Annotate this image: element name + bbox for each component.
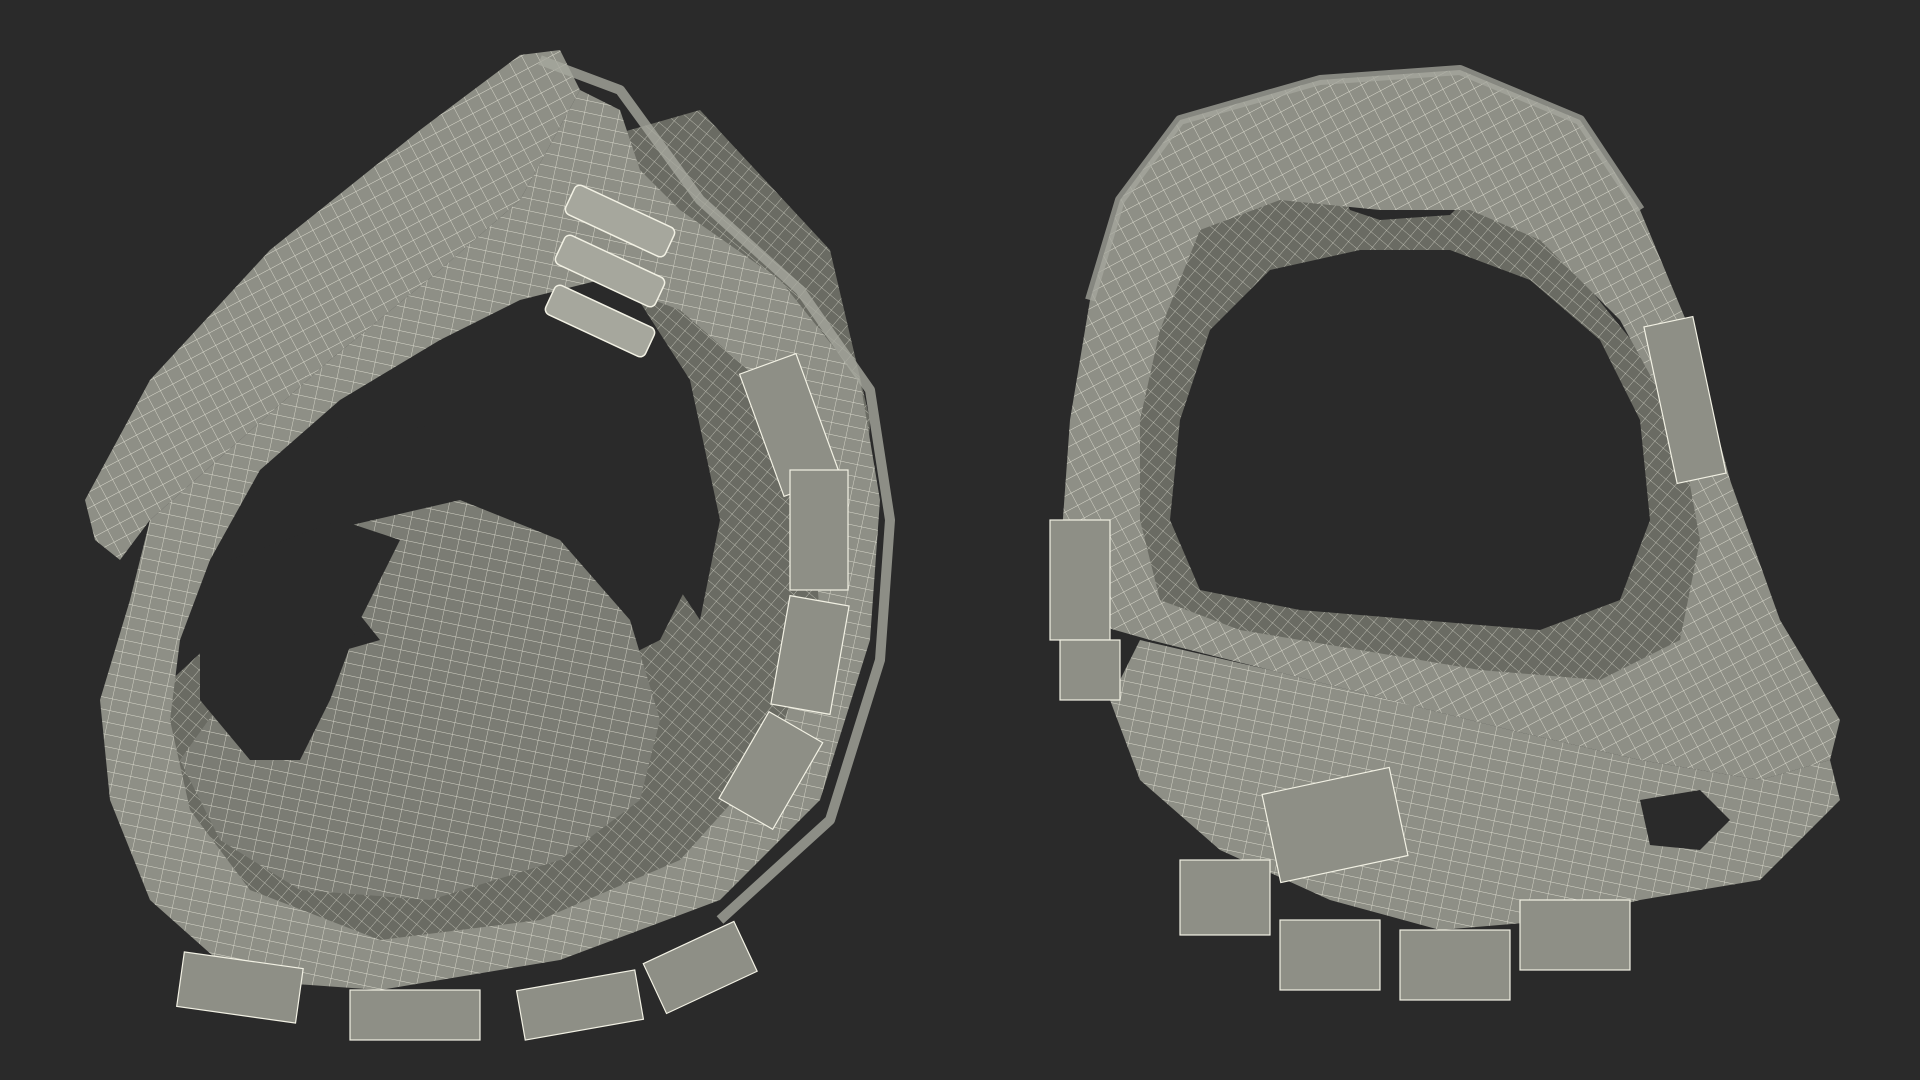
render-viewport [0, 0, 1920, 1080]
render-canvas [0, 0, 1920, 1080]
